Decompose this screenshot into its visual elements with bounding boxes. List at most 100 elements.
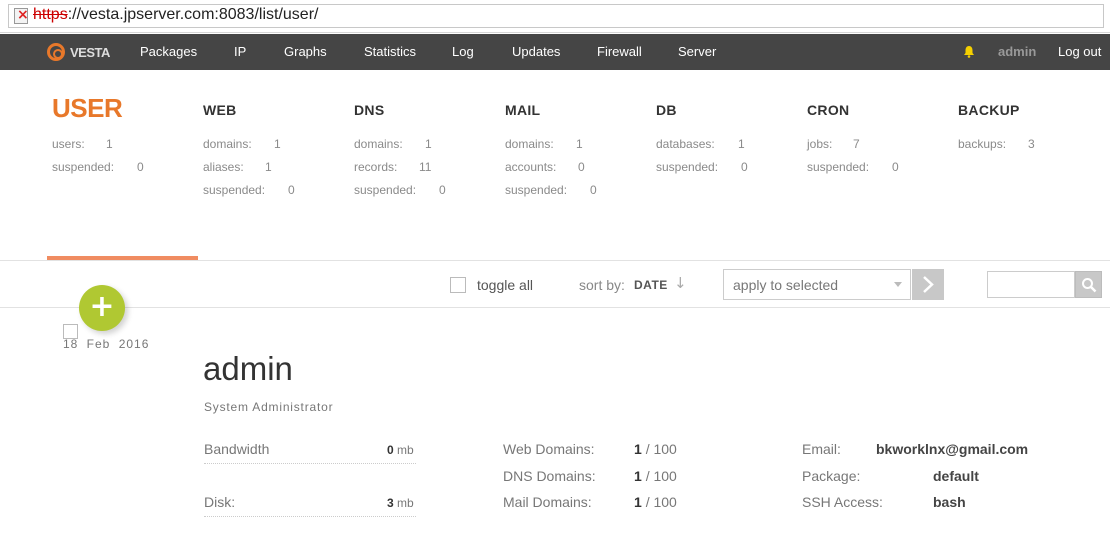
stat-value: 1 <box>576 137 583 151</box>
dns-domains-value: 1 / 100 <box>634 468 677 484</box>
stat-label: accounts: <box>505 160 557 174</box>
stat-value: 3 <box>1028 137 1035 151</box>
nav-packages[interactable]: Packages <box>140 44 197 59</box>
package-value: default <box>933 468 979 484</box>
top-nav: VESTA Packages IP Graphs Statistics Log … <box>0 34 1110 70</box>
disk-value: 3 mb <box>387 496 414 510</box>
stat-label: databases: <box>656 137 715 151</box>
apply-to-selected-label: apply to selected <box>733 277 839 293</box>
apply-button[interactable] <box>912 269 944 300</box>
stat-web-domains: domains: 1 <box>203 137 281 151</box>
stat-value: 1 <box>738 137 745 151</box>
disk-unit: mb <box>397 496 414 510</box>
stat-value: 0 <box>590 183 597 197</box>
stat-backup-backups: backups: 3 <box>958 137 1035 151</box>
stat-db-suspended: suspended: 0 <box>656 160 748 174</box>
dns-domains-used: 1 <box>634 468 642 484</box>
url-text: https://vesta.jpserver.com:8083/list/use… <box>33 6 318 24</box>
toggle-all-checkbox[interactable] <box>450 277 466 293</box>
mail-domains-value: 1 / 100 <box>634 494 677 510</box>
logo-ring-icon <box>47 43 65 61</box>
stat-web-aliases: aliases: 1 <box>203 160 272 174</box>
stat-dns-title[interactable]: DNS <box>354 102 384 118</box>
logout-link[interactable]: Log out <box>1058 44 1101 59</box>
toggle-all-label[interactable]: toggle all <box>477 277 533 293</box>
logo-text: VESTA <box>70 44 110 60</box>
web-domains-value: 1 / 100 <box>634 441 677 457</box>
browser-address-bar: × https://vesta.jpserver.com:8083/list/u… <box>0 0 1110 33</box>
nav-server[interactable]: Server <box>678 44 716 59</box>
stat-label: suspended: <box>52 160 115 174</box>
disk-amount: 3 <box>387 496 394 510</box>
divider <box>0 260 1110 261</box>
sort-direction-icon[interactable]: ↓ <box>674 274 687 292</box>
stat-label: backups: <box>958 137 1007 151</box>
user-role: System Administrator <box>204 400 334 414</box>
add-user-button[interactable]: + <box>79 285 125 331</box>
url-field[interactable]: × https://vesta.jpserver.com:8083/list/u… <box>8 4 1104 28</box>
stat-user-title[interactable]: USER <box>52 93 123 124</box>
stat-label: domains: <box>354 137 403 151</box>
vesta-logo[interactable]: VESTA <box>47 41 110 63</box>
disk-label: Disk: <box>204 494 236 510</box>
stat-cron-title[interactable]: CRON <box>807 102 849 118</box>
stat-value: 1 <box>106 137 113 151</box>
email-value: bkworklnx@gmail.com <box>876 441 1029 457</box>
mail-domains-limit: / 100 <box>645 494 677 510</box>
nav-log[interactable]: Log <box>452 44 474 59</box>
user-name[interactable]: admin <box>203 350 293 388</box>
web-domains-used: 1 <box>634 441 642 457</box>
apply-to-selected-select[interactable]: apply to selected <box>723 269 911 300</box>
divider <box>0 307 1110 308</box>
stat-web-suspended: suspended: 0 <box>203 183 295 197</box>
stat-value: 1 <box>265 160 272 174</box>
dns-domains-limit: / 100 <box>645 468 677 484</box>
mail-domains-used: 1 <box>634 494 642 510</box>
sort-by-label: sort by: <box>579 277 625 293</box>
bandwidth-label: Bandwidth <box>204 441 270 457</box>
bell-icon[interactable] <box>963 45 975 58</box>
stat-label: domains: <box>203 137 252 151</box>
stat-backup-title[interactable]: BACKUP <box>958 102 1020 118</box>
nav-statistics[interactable]: Statistics <box>364 44 416 59</box>
nav-firewall[interactable]: Firewall <box>597 44 642 59</box>
stat-label: users: <box>52 137 85 151</box>
ssh-access-value: bash <box>933 494 966 510</box>
disk-bar <box>204 516 416 517</box>
stat-label: suspended: <box>203 183 266 197</box>
email-label: Email: <box>802 441 841 457</box>
nav-ip[interactable]: IP <box>234 44 246 59</box>
stat-value: 0 <box>439 183 446 197</box>
nav-graphs[interactable]: Graphs <box>284 44 327 59</box>
plus-icon: + <box>89 289 115 324</box>
stat-cron-jobs: jobs: 7 <box>807 137 860 151</box>
stat-value: 0 <box>288 183 295 197</box>
stat-value: 1 <box>274 137 281 151</box>
stat-mail-title[interactable]: MAIL <box>505 102 540 118</box>
stat-dns-suspended: suspended: 0 <box>354 183 446 197</box>
active-tab-indicator <box>47 256 198 260</box>
insecure-page-icon[interactable]: × <box>14 7 29 24</box>
stat-web-title[interactable]: WEB <box>203 102 237 118</box>
bandwidth-value: 0 mb <box>387 443 414 457</box>
nav-updates[interactable]: Updates <box>512 44 560 59</box>
stat-value: 0 <box>741 160 748 174</box>
bandwidth-unit: mb <box>397 443 414 457</box>
stat-label: suspended: <box>505 183 568 197</box>
stat-label: suspended: <box>656 160 719 174</box>
nav-user-admin[interactable]: admin <box>998 44 1036 59</box>
stat-label: aliases: <box>203 160 244 174</box>
chevron-right-icon <box>923 276 934 293</box>
search-button[interactable] <box>1075 271 1102 298</box>
web-domains-label: Web Domains: <box>503 441 595 457</box>
ssh-access-label: SSH Access: <box>802 494 883 510</box>
search-input[interactable] <box>987 271 1075 298</box>
stat-value: 11 <box>419 160 432 174</box>
stat-label: suspended: <box>807 160 870 174</box>
stat-dns-records: records: 11 <box>354 160 431 174</box>
stat-mail-accounts: accounts: 0 <box>505 160 585 174</box>
url-scheme: https <box>33 6 68 23</box>
sort-by-value[interactable]: DATE <box>634 278 668 292</box>
mail-domains-label: Mail Domains: <box>503 494 592 510</box>
stat-db-title[interactable]: DB <box>656 102 677 118</box>
